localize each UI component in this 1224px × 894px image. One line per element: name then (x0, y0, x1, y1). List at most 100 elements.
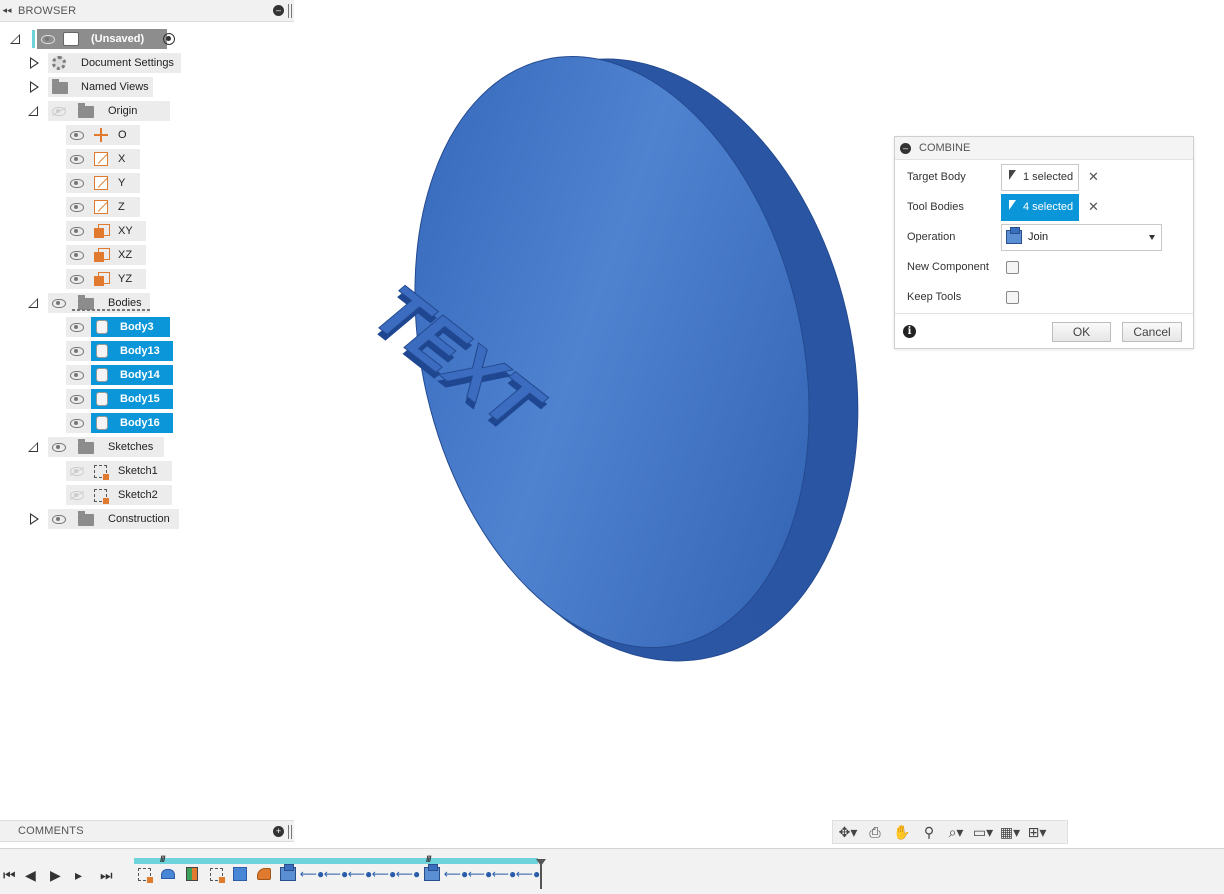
tree-item-axis-z[interactable]: Z (66, 197, 140, 217)
construction-node[interactable]: Construction (48, 509, 179, 529)
timeline-combine-icon[interactable] (421, 864, 443, 884)
timeline-sketch-icon[interactable] (205, 864, 227, 884)
eye-icon[interactable] (52, 298, 66, 308)
step-back-icon[interactable]: ◀ (25, 867, 36, 884)
expand-icon[interactable] (30, 513, 39, 525)
look-at-icon[interactable]: ⎙ (864, 823, 886, 841)
timeline-move-icon[interactable]: ⟵● (300, 864, 324, 884)
timeline-move-icon[interactable]: ⟵● (444, 864, 468, 884)
ok-button[interactable]: OK (1052, 322, 1111, 342)
new-component-checkbox[interactable] (1006, 260, 1019, 274)
grid-icon[interactable]: ▦▾ (999, 823, 1021, 841)
info-icon[interactable]: i (903, 325, 916, 338)
body3-selected[interactable]: Body3 (91, 317, 170, 337)
body16-selected[interactable]: Body16 (91, 413, 173, 433)
collapse-browser-icon[interactable]: ◂◂ (0, 5, 14, 16)
viewports-icon[interactable]: ⊞▾ (1026, 823, 1048, 841)
timeline-combine-icon[interactable] (277, 864, 299, 884)
tree-item-body14[interactable]: Body14 (66, 365, 173, 385)
target-body-select[interactable]: 1 selected (1001, 163, 1079, 191)
tree-item-body15[interactable]: Body15 (66, 389, 173, 409)
timeline-move-icon[interactable]: ⟵● (372, 864, 396, 884)
body15-selected[interactable]: Body15 (91, 389, 173, 409)
eye-hidden-icon[interactable] (52, 106, 66, 116)
clear-tools-icon[interactable]: ✕ (1088, 199, 1099, 215)
eye-icon[interactable] (70, 130, 84, 140)
zoom-window-icon[interactable]: ⌕▾ (945, 823, 967, 841)
comments-grip-handle[interactable] (288, 825, 292, 839)
sketches-node[interactable]: Sketches (48, 437, 164, 457)
timeline-move-icon[interactable]: ⟵● (396, 864, 420, 884)
timeline-move-icon[interactable]: ⟵● (324, 864, 348, 884)
expand-icon[interactable] (28, 298, 38, 308)
eye-icon[interactable] (70, 322, 84, 332)
root-node[interactable]: (Unsaved) (37, 29, 167, 49)
orbit-icon[interactable]: ✥▾ (837, 823, 859, 841)
eye-icon[interactable] (70, 370, 84, 380)
expand-icon[interactable] (30, 57, 39, 69)
play-icon[interactable]: ▶ (50, 867, 61, 884)
clear-target-icon[interactable]: ✕ (1088, 169, 1099, 185)
tree-item-plane-yz[interactable]: YZ (66, 269, 146, 289)
eye-hidden-icon[interactable] (70, 466, 84, 476)
tree-item-axis-x[interactable]: X (66, 149, 140, 169)
eye-icon[interactable] (70, 274, 84, 284)
body14-selected[interactable]: Body14 (91, 365, 173, 385)
activate-target-icon[interactable] (163, 33, 175, 45)
tree-item-body13[interactable]: Body13 (66, 341, 173, 361)
viewport-canvas[interactable]: TEXT TEXT (294, 0, 1224, 846)
timeline-extrude-icon[interactable] (157, 864, 179, 884)
eye-icon[interactable] (70, 250, 84, 260)
tree-item-sketch2[interactable]: Sketch2 (66, 485, 172, 505)
zoom-icon[interactable]: ⚲ (918, 823, 940, 841)
browser-grip-handle[interactable] (288, 4, 292, 18)
go-to-start-icon[interactable]: ⏮ (3, 867, 16, 884)
timeline-sketch-icon[interactable] (133, 864, 155, 884)
browser-minimize-icon[interactable]: – (273, 5, 284, 16)
document-settings-node[interactable]: Document Settings (48, 53, 181, 73)
tool-bodies-select[interactable]: 4 selected (1001, 193, 1079, 221)
timeline-move-icon[interactable]: ⟵● (492, 864, 516, 884)
operation-dropdown[interactable]: Join (1001, 223, 1162, 251)
eye-icon[interactable] (70, 202, 84, 212)
tree-item-origin-point[interactable]: O (66, 125, 140, 145)
add-comment-icon[interactable]: + (273, 826, 284, 837)
tree-item-body3[interactable]: Body3 (66, 317, 170, 337)
tree-item-axis-y[interactable]: Y (66, 173, 140, 193)
timeline-revolve-icon[interactable] (181, 864, 203, 884)
expand-icon[interactable] (28, 106, 38, 116)
eye-icon[interactable] (70, 346, 84, 356)
body13-selected[interactable]: Body13 (91, 341, 173, 361)
tree-item-body16[interactable]: Body16 (66, 413, 173, 433)
origin-node[interactable]: Origin (48, 101, 170, 121)
timeline-move-icon[interactable]: ⟵● (348, 864, 372, 884)
model-svg[interactable]: TEXT TEXT (294, 0, 1224, 846)
pan-icon[interactable]: ✋ (891, 823, 913, 841)
eye-icon[interactable] (70, 178, 84, 188)
timeline-marker-handle[interactable] (536, 859, 546, 889)
step-forward-icon[interactable]: ▸ (75, 867, 82, 884)
eye-hidden-icon[interactable] (70, 490, 84, 500)
eye-icon[interactable] (52, 442, 66, 452)
expand-icon[interactable] (28, 442, 38, 452)
eye-icon[interactable] (70, 226, 84, 236)
go-to-end-icon[interactable]: ⏭ (100, 867, 113, 884)
timeline-box-icon[interactable] (229, 864, 251, 884)
tree-item-plane-xz[interactable]: XZ (66, 245, 146, 265)
tree-item-sketch1[interactable]: Sketch1 (66, 461, 172, 481)
timeline-fillet-icon[interactable] (253, 864, 275, 884)
eye-icon[interactable] (41, 34, 55, 44)
eye-icon[interactable] (70, 418, 84, 428)
eye-icon[interactable] (52, 514, 66, 524)
expand-root-icon[interactable] (10, 34, 20, 44)
eye-icon[interactable] (70, 154, 84, 164)
tree-item-plane-xy[interactable]: XY (66, 221, 146, 241)
timeline-move-icon[interactable]: ⟵● (468, 864, 492, 884)
expand-icon[interactable] (30, 81, 39, 93)
display-settings-icon[interactable]: ▭▾ (972, 823, 994, 841)
eye-icon[interactable] (70, 394, 84, 404)
collapse-dialog-icon[interactable]: – (900, 142, 911, 154)
cancel-button[interactable]: Cancel (1122, 322, 1182, 342)
named-views-node[interactable]: Named Views (48, 77, 153, 97)
keep-tools-checkbox[interactable] (1006, 290, 1019, 304)
